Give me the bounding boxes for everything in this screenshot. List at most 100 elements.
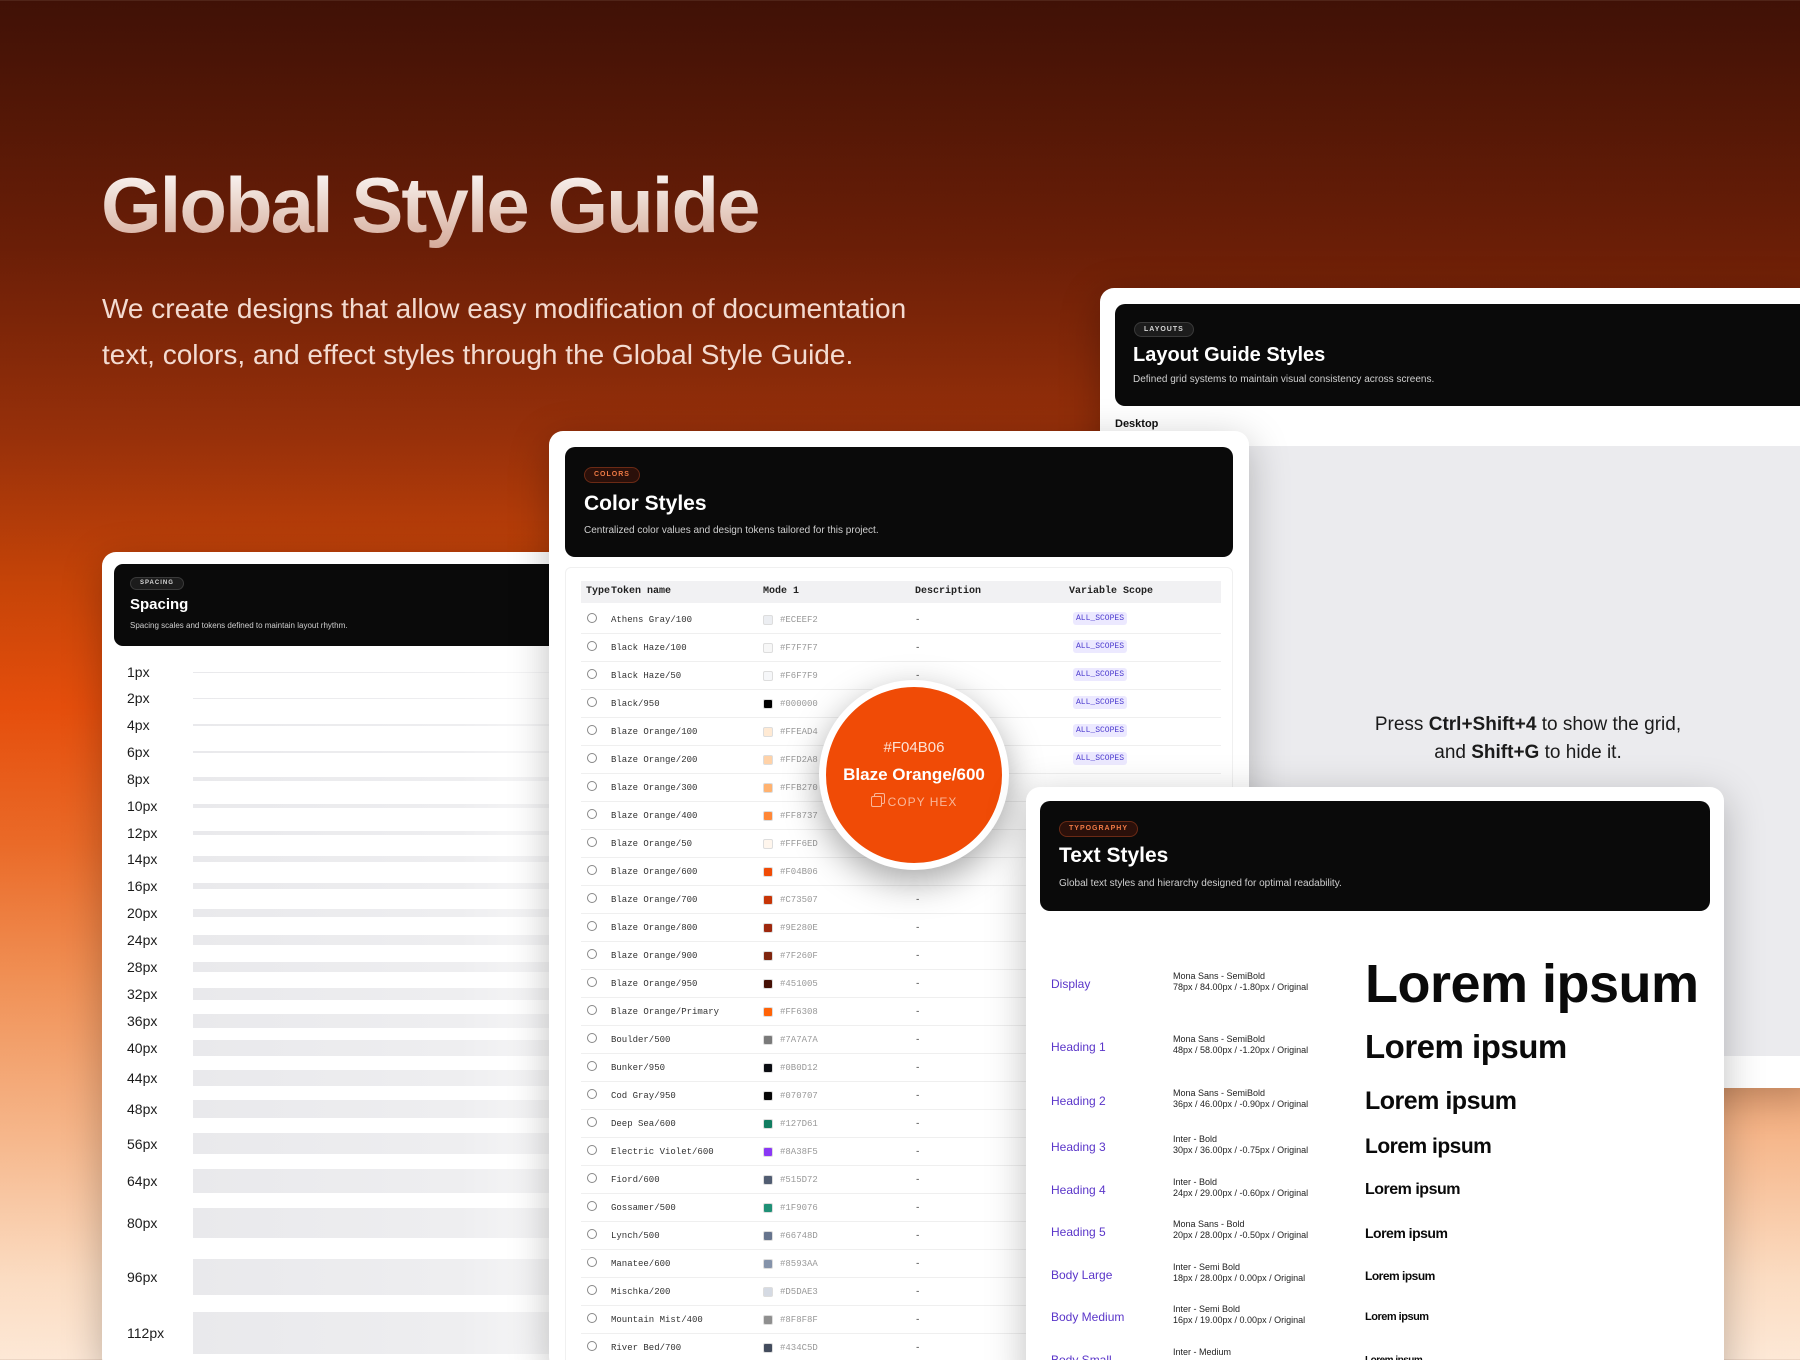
table-row[interactable]: Black Haze/100 #F7F7F7 - ALL_SCOPES xyxy=(581,634,1221,662)
color-detail-popup: #F04B06 Blaze Orange/600 COPY HEX xyxy=(819,680,1009,870)
color-swatch xyxy=(763,923,773,933)
spacing-row: 48px xyxy=(127,1099,572,1119)
text-card-header: TYPOGRAPHY Text Styles Global text style… xyxy=(1040,801,1710,911)
hex-value: #8F8F8F xyxy=(780,1315,818,1325)
description-cell: - xyxy=(915,1175,921,1185)
spacing-label: 64px xyxy=(127,1173,158,1190)
description-cell: - xyxy=(915,1035,921,1045)
spacing-bar xyxy=(193,1040,572,1056)
color-swatch xyxy=(763,1231,773,1241)
description-cell: - xyxy=(915,1231,921,1241)
page-title: Global Style Guide xyxy=(101,161,760,249)
hex-value: #0B0D12 xyxy=(780,1063,818,1073)
scope-badge: ALL_SCOPES xyxy=(1073,696,1128,709)
token-name: Blaze Orange/950 xyxy=(611,979,698,989)
spacing-row: 8px xyxy=(127,769,572,789)
token-name: Blaze Orange/600 xyxy=(611,867,698,877)
table-row[interactable]: Athens Gray/100 #ECEEF2 - ALL_SCOPES xyxy=(581,606,1221,634)
col-description: Description xyxy=(915,586,982,597)
spacing-row: 80px xyxy=(127,1208,572,1239)
token-name: Gossamer/500 xyxy=(611,1203,676,1213)
hex-value: #451005 xyxy=(780,979,818,989)
hex-value: #C73507 xyxy=(780,895,818,905)
spacing-label: 40px xyxy=(127,1040,158,1056)
style-meta: Inter - Bold 24px / 29.00px / -0.60px / O… xyxy=(1173,1177,1309,1198)
spacing-row: 20px xyxy=(127,903,572,923)
color-type-icon xyxy=(587,1229,597,1239)
description-cell: - xyxy=(915,1007,921,1017)
style-sample: Lorem ipsum xyxy=(1365,1087,1517,1115)
color-type-icon xyxy=(587,725,597,735)
description-cell: - xyxy=(915,1063,921,1073)
color-swatch xyxy=(763,1091,773,1101)
color-type-icon xyxy=(587,781,597,791)
color-swatch xyxy=(763,727,773,737)
spacing-label: 48px xyxy=(127,1101,158,1117)
style-name: Heading 5 xyxy=(1051,1225,1106,1239)
style-sample: Lorem ipsum xyxy=(1365,1028,1567,1066)
token-name: Blaze Orange/300 xyxy=(611,783,698,793)
style-sample: Lorem ipsum xyxy=(1365,1311,1429,1324)
token-name: Blaze Orange/50 xyxy=(611,839,693,849)
description-cell: - xyxy=(915,1287,921,1297)
spacing-bar xyxy=(193,1099,572,1119)
hex-value: #000000 xyxy=(780,699,818,709)
token-name: Mountain Mist/400 xyxy=(611,1315,703,1325)
spacing-row: 32px xyxy=(127,984,572,1004)
color-swatch xyxy=(763,1175,773,1185)
copy-hex-button[interactable]: COPY HEX xyxy=(826,795,1002,809)
description-cell: - xyxy=(915,643,921,653)
style-sample: Lorem ipsum xyxy=(1365,1355,1423,1360)
color-swatch xyxy=(763,1035,773,1045)
hex-value: #F04B06 xyxy=(780,867,818,877)
hex-value: #9E280E xyxy=(780,923,818,933)
spacing-row: 96px xyxy=(127,1259,572,1296)
color-swatch xyxy=(763,1147,773,1157)
spacing-row: 24px xyxy=(127,930,572,950)
token-name: Mischka/200 xyxy=(611,1287,671,1297)
color-type-icon xyxy=(587,669,597,679)
style-sample: Lorem ipsum xyxy=(1365,1224,1448,1241)
spacing-label: 80px xyxy=(127,1215,158,1232)
spacing-label: 2px xyxy=(127,690,150,706)
col-token-name: Token name xyxy=(611,586,672,597)
token-name: Blaze Orange/Primary xyxy=(611,1007,720,1017)
token-name: Electric Violet/600 xyxy=(611,1147,714,1157)
token-name: Blaze Orange/700 xyxy=(611,895,698,905)
style-meta: Inter - Semi Bold 16px / 19.00px / 0.00px… xyxy=(1173,1304,1306,1325)
spacing-label: 8px xyxy=(127,771,150,787)
spacing-bar xyxy=(193,909,572,917)
color-card-title: Color Styles xyxy=(584,492,707,515)
hex-value: #434C5D xyxy=(780,1343,818,1353)
style-sample: Lorem ipsum xyxy=(1365,1181,1460,1199)
color-type-icon xyxy=(587,1145,597,1155)
color-swatch xyxy=(763,867,773,877)
color-swatch xyxy=(763,1203,773,1213)
style-name: Body Medium xyxy=(1051,1310,1125,1324)
style-name: Heading 3 xyxy=(1051,1140,1106,1154)
color-type-icon xyxy=(587,1201,597,1211)
description-cell: - xyxy=(915,1091,921,1101)
spacing-row: 1px xyxy=(127,662,572,682)
spacing-bar xyxy=(193,1069,572,1087)
spacing-bar xyxy=(193,724,572,726)
description-cell: - xyxy=(915,951,921,961)
layout-card-header: LAYOUTS Layout Guide Styles Defined grid… xyxy=(1115,304,1800,406)
scope-badge: ALL_SCOPES xyxy=(1073,724,1128,737)
style-meta: Inter - Bold 30px / 36.00px / -0.75px / O… xyxy=(1173,1134,1309,1155)
color-swatch xyxy=(763,1007,773,1017)
scope-badge: ALL_SCOPES xyxy=(1073,668,1128,681)
spacing-row: 6px xyxy=(127,742,572,762)
hex-value: #127D61 xyxy=(780,1119,818,1129)
spacing-bar xyxy=(193,882,572,890)
description-cell: - xyxy=(915,923,921,933)
copy-icon xyxy=(870,796,882,807)
token-name: Manatee/600 xyxy=(611,1259,671,1269)
spacing-card-description: Spacing scales and tokens defined to mai… xyxy=(130,621,348,630)
color-type-icon xyxy=(587,809,597,819)
layout-card-title: Layout Guide Styles xyxy=(1133,344,1326,366)
spacing-bar xyxy=(193,830,572,836)
hex-value: #8593AA xyxy=(780,1259,818,1269)
spacing-bar xyxy=(193,1169,572,1194)
color-card-description: Centralized color values and design toke… xyxy=(584,525,879,536)
